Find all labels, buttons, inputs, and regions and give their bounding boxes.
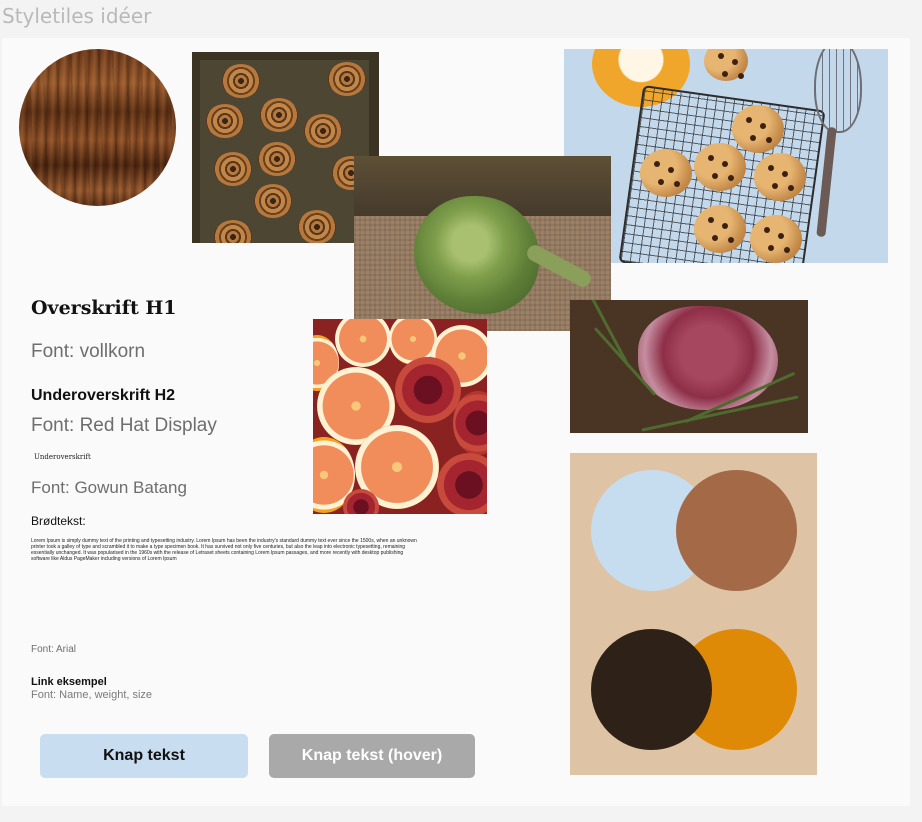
primary-button[interactable]: Knap tekst <box>40 734 248 778</box>
link-example[interactable]: Link eksempel <box>31 676 107 688</box>
body-text-label: Brødtekst: <box>31 514 86 528</box>
h1-sample: Overskrift H1 <box>31 297 177 319</box>
h1-font-label: Font: vollkorn <box>31 341 146 362</box>
link-font-label: Font: Name, weight, size <box>31 689 153 701</box>
h3-font-label: Font: Gowun Batang <box>31 478 187 497</box>
styletile-board: Overskrift H1 Font: vollkorn Underoversk… <box>2 38 910 806</box>
body-text-sample: Lorem Ipsum is simply dummy text of the … <box>31 538 417 562</box>
color-swatch-dark-brown <box>591 629 712 750</box>
citrus-and-pomegranate-image <box>313 319 487 514</box>
color-palette <box>570 453 817 775</box>
cinnamon-rolls-image <box>192 52 379 243</box>
color-swatch-brown <box>676 470 797 591</box>
h2-sample: Underoverskrift H2 <box>31 387 176 404</box>
frame-title: Styletiles idéer <box>2 4 152 28</box>
h3-sample: Underoverskrift <box>34 453 91 461</box>
body-font-label: Font: Arial <box>31 644 77 655</box>
cookies-on-rack-image <box>564 49 888 263</box>
wood-texture-image <box>19 49 176 206</box>
h2-font-label: Font: Red Hat Display <box>31 415 217 436</box>
raw-meat-image <box>570 300 808 433</box>
hover-state-button[interactable]: Knap tekst (hover) <box>269 734 475 778</box>
